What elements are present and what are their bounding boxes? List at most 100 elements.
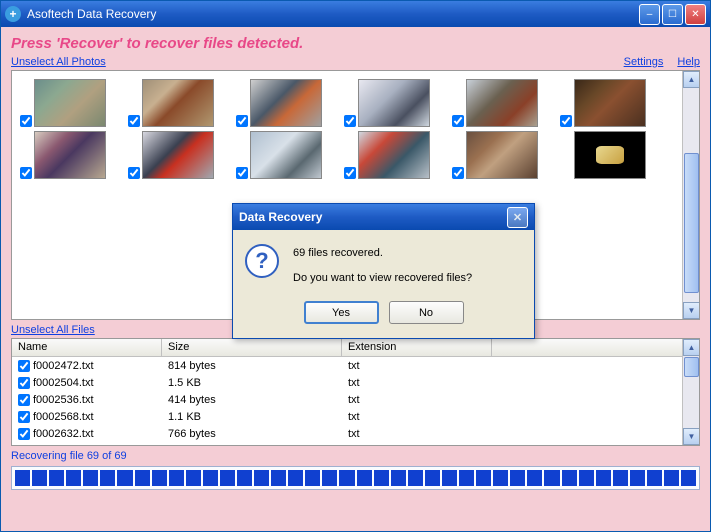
photo-item[interactable] <box>340 79 446 127</box>
scroll-up-button[interactable]: ▲ <box>683 71 700 88</box>
window-controls: – ☐ ✕ <box>639 4 706 25</box>
top-links-row: Unselect All Photos Settings Help <box>11 56 700 68</box>
file-checkbox[interactable] <box>18 394 30 406</box>
unselect-photos-link[interactable]: Unselect All Photos <box>11 56 106 68</box>
photo-thumbnail <box>466 131 538 179</box>
photo-item[interactable] <box>556 131 662 179</box>
photo-item[interactable] <box>556 79 662 127</box>
files-header: Name Size Extension <box>12 339 699 357</box>
file-row[interactable]: f0002536.txt 414 bytes txt <box>12 391 699 408</box>
photo-item[interactable] <box>448 131 554 179</box>
photo-checkbox[interactable] <box>236 167 248 179</box>
maximize-button[interactable]: ☐ <box>662 4 683 25</box>
photo-checkbox[interactable] <box>560 115 572 127</box>
photo-checkbox[interactable] <box>452 167 464 179</box>
photo-item[interactable] <box>232 131 338 179</box>
files-scrollbar[interactable]: ▲ ▼ <box>682 339 699 445</box>
photo-checkbox[interactable] <box>344 115 356 127</box>
right-links: Settings Help <box>624 56 700 68</box>
file-size: 766 bytes <box>162 428 342 440</box>
dialog-title: Data Recovery <box>239 210 507 224</box>
photo-thumbnail <box>34 79 106 127</box>
dialog-line2: Do you want to view recovered files? <box>293 269 472 288</box>
photo-thumbnail <box>466 79 538 127</box>
unselect-files-link[interactable]: Unselect All Files <box>11 324 95 336</box>
photo-thumbnail <box>358 131 430 179</box>
photo-checkbox[interactable] <box>20 115 32 127</box>
photo-thumbnail <box>142 79 214 127</box>
photo-grid <box>12 71 699 187</box>
dialog-line1: 69 files recovered. <box>293 244 472 263</box>
scroll-up-button[interactable]: ▲ <box>683 339 700 356</box>
progress-bar <box>11 466 700 490</box>
photo-item[interactable] <box>124 131 230 179</box>
photo-checkbox[interactable] <box>452 115 464 127</box>
file-size: 1.1 KB <box>162 411 342 423</box>
col-header-size[interactable]: Size <box>162 339 342 356</box>
no-button[interactable]: No <box>389 301 464 324</box>
file-size: 1.5 KB <box>162 377 342 389</box>
photo-checkbox[interactable] <box>344 167 356 179</box>
file-row[interactable]: f0002568.txt 1.1 KB txt <box>12 408 699 425</box>
photo-item[interactable] <box>124 79 230 127</box>
file-checkbox[interactable] <box>18 411 30 423</box>
file-ext: txt <box>342 377 492 389</box>
photo-thumbnail <box>250 79 322 127</box>
minimize-button[interactable]: – <box>639 4 660 25</box>
photo-checkbox[interactable] <box>20 167 32 179</box>
file-size: 814 bytes <box>162 360 342 372</box>
photo-thumbnail <box>34 131 106 179</box>
photo-checkbox[interactable] <box>128 167 140 179</box>
scroll-thumb[interactable] <box>684 153 699 293</box>
col-header-extension[interactable]: Extension <box>342 339 492 356</box>
settings-link[interactable]: Settings <box>624 56 664 68</box>
dialog-close-button[interactable]: ✕ <box>507 207 528 228</box>
file-ext: txt <box>342 411 492 423</box>
scroll-thumb[interactable] <box>684 357 699 377</box>
titlebar: + Asoftech Data Recovery – ☐ ✕ <box>1 1 710 27</box>
file-checkbox[interactable] <box>18 360 30 372</box>
photo-item[interactable] <box>448 79 554 127</box>
status-text: Recovering file 69 of 69 <box>11 450 700 462</box>
file-size: 414 bytes <box>162 394 342 406</box>
dialog-body: ? 69 files recovered. Do you want to vie… <box>233 230 534 301</box>
app-window: + Asoftech Data Recovery – ☐ ✕ Press 'Re… <box>0 0 711 532</box>
scroll-down-button[interactable]: ▼ <box>683 302 700 319</box>
photo-thumbnail <box>142 131 214 179</box>
file-checkbox[interactable] <box>18 377 30 389</box>
file-row[interactable]: f0002504.txt 1.5 KB txt <box>12 374 699 391</box>
photo-thumbnail <box>358 79 430 127</box>
photo-checkbox[interactable] <box>236 115 248 127</box>
file-ext: txt <box>342 428 492 440</box>
file-checkbox[interactable] <box>18 428 30 440</box>
window-title: Asoftech Data Recovery <box>27 7 639 21</box>
help-link[interactable]: Help <box>677 56 700 68</box>
photo-item[interactable] <box>16 79 122 127</box>
photo-thumbnail <box>574 79 646 127</box>
photo-scrollbar[interactable]: ▲ ▼ <box>682 71 699 319</box>
photo-checkbox[interactable] <box>128 115 140 127</box>
scroll-down-button[interactable]: ▼ <box>683 428 700 445</box>
file-ext: txt <box>342 394 492 406</box>
photo-thumbnail <box>574 131 646 179</box>
dialog-text: 69 files recovered. Do you want to view … <box>293 244 472 287</box>
instruction-text: Press 'Recover' to recover files detecte… <box>11 35 700 52</box>
question-icon: ? <box>245 244 279 278</box>
dialog-buttons: Yes No <box>233 301 534 338</box>
file-name: f0002568.txt <box>33 411 94 423</box>
col-header-name[interactable]: Name <box>12 339 162 356</box>
close-button[interactable]: ✕ <box>685 4 706 25</box>
photo-item[interactable] <box>232 79 338 127</box>
file-name: f0002632.txt <box>33 428 94 440</box>
photo-item[interactable] <box>340 131 446 179</box>
file-name: f0002504.txt <box>33 377 94 389</box>
photo-thumbnail <box>250 131 322 179</box>
files-panel: Name Size Extension f0002472.txt 814 byt… <box>11 338 700 446</box>
file-row[interactable]: f0002472.txt 814 bytes txt <box>12 357 699 374</box>
file-row[interactable]: f0002632.txt 766 bytes txt <box>12 425 699 442</box>
photo-item[interactable] <box>16 131 122 179</box>
recovery-dialog: Data Recovery ✕ ? 69 files recovered. Do… <box>232 203 535 339</box>
col-header-spacer <box>492 339 699 356</box>
yes-button[interactable]: Yes <box>304 301 379 324</box>
file-name: f0002536.txt <box>33 394 94 406</box>
